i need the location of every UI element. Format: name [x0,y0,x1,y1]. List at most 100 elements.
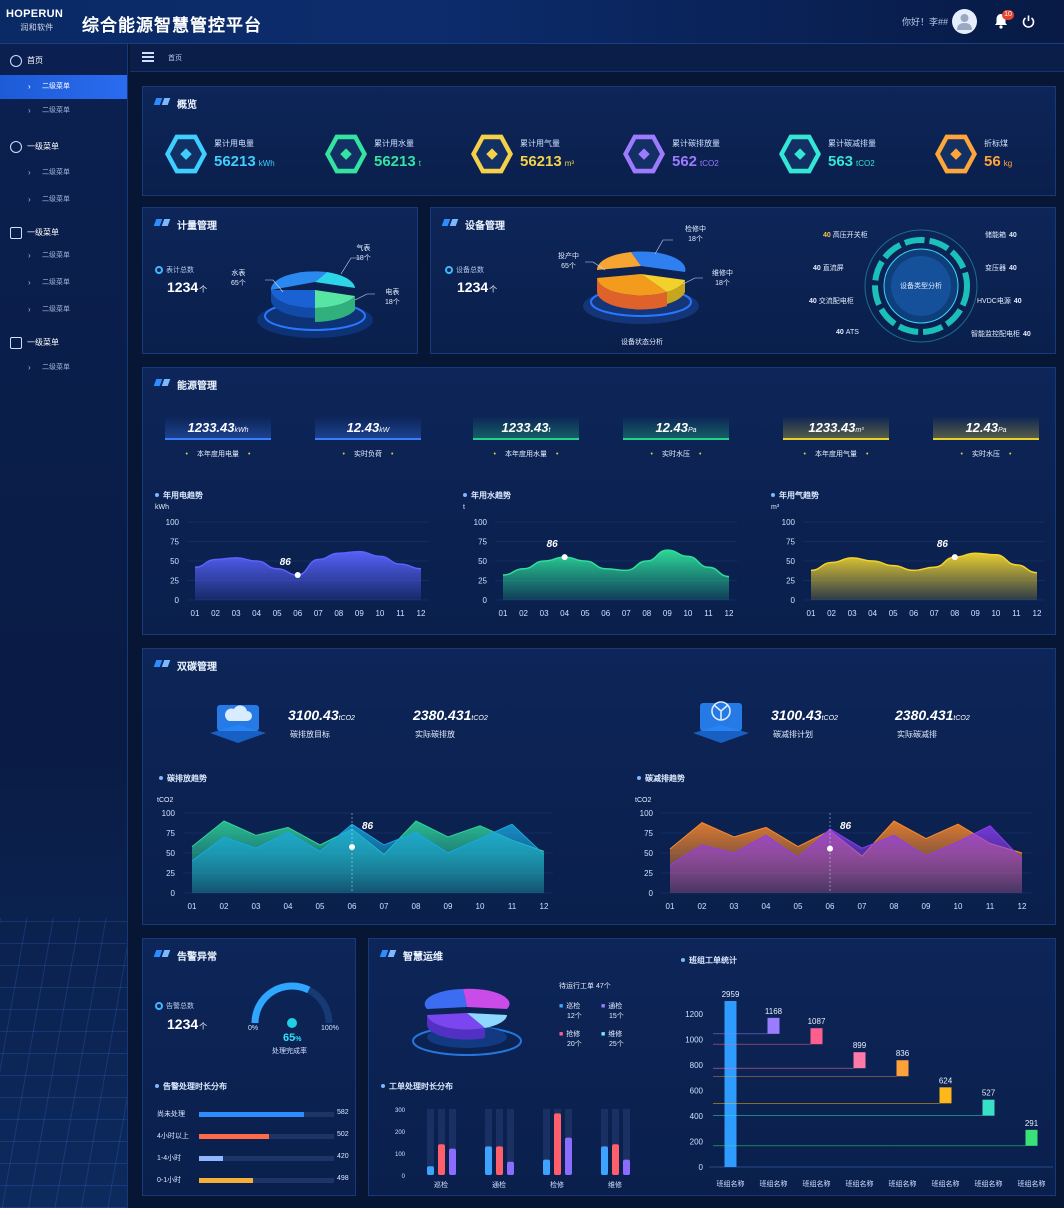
ops-title: 智慧运维 [381,948,443,963]
highlight-label: 86 [362,821,374,832]
kpi-value: 562 tCO2 [672,153,719,170]
legend-swatch: ■ [559,1031,564,1038]
bar [612,1144,619,1175]
chart-title: 碳排放趋势 [159,773,207,784]
avatar[interactable] [952,9,977,34]
highlight-point [561,554,568,561]
y-tick-label: 100 [640,809,654,818]
x-tick-label: 07 [930,609,939,618]
kpi-label: 累计用气量 [520,139,560,148]
meter-slice-water: 水表 65个 [231,268,246,288]
nav-item[interactable]: › 二级菜单 [0,244,127,268]
equipment-panel: 设备管理 设备总数 1234个 检修中 18个 投产中 65个 维修中 18个 设备状… [430,207,1056,354]
kpi-unit: t [418,159,421,168]
bar [565,1137,572,1175]
nav-item[interactable]: › 二级菜单 [0,271,127,295]
y-tick-label: 1200 [685,1010,703,1019]
sidebar-decoration [0,918,127,1208]
type-name: 交流配电柜 [818,298,854,305]
row-value: 420 [337,1153,349,1160]
highlight-label: 86 [840,821,852,832]
nav-group[interactable]: 一级菜单 [10,140,59,154]
legend-name: 抢修 [566,1031,581,1038]
legend-swatch: ■ [601,1031,606,1038]
x-tick-label: 03 [730,902,739,911]
x-tick-label: 02 [827,609,836,618]
y-tick-label: 50 [644,849,653,858]
chart-title: 年用气趋势 [771,490,819,501]
nav-item[interactable]: › 二级菜单 [0,99,127,123]
highlight-label: 86 [547,539,559,550]
y-tick-label: 0 [649,889,654,898]
grid-icon [10,227,22,239]
nav-item-label: 二级菜单 [42,196,70,203]
type-name: 直流屏 [822,265,844,272]
plate-value: 1233.43m³ [783,420,889,435]
breadcrumb-current[interactable]: 首页 [168,53,182,63]
nav-item[interactable]: › 二级菜单 [0,188,127,212]
carbon-trend-chart: 碳排放趋势 tCO2 100 75 50 25 0 86 01 02 03 04 05 06 07 08 09 1… [153,771,569,921]
nav-item[interactable]: › 二级菜单 [0,161,127,185]
x-tick-label: 10 [476,902,485,911]
x-tick-label: 12 [417,609,426,618]
alarm-dist-row: 4小时以上 502 [157,1129,352,1143]
carbon-stat-value: 3100.43tCO2 [288,707,355,723]
area-fill [811,553,1037,600]
legend-item: ■ 维修 25个 [601,1029,624,1049]
nav-item[interactable]: › 二级菜单 [0,356,127,380]
nav-group[interactable]: 一级菜单 [10,336,59,350]
bar-fill [199,1156,224,1161]
type-value: 40 [1009,232,1017,239]
equip-type-item: 储能箱 40 [985,230,1017,240]
y-tick-label: 25 [170,577,179,586]
plate-number: 12.43 [346,420,380,435]
equip-total-value: 1234个 [457,279,497,295]
row-label: 4小时以上 [157,1133,189,1140]
type-name: 智能监控配电柜 [971,331,1020,338]
slice-value: 65个 [231,280,246,287]
chart-title: 年用电趋势 [155,490,203,501]
legend-item: ■ 巡检 12个 [559,1001,582,1021]
nav-group[interactable]: 一级菜单 [10,226,59,240]
y-tick-label: 75 [644,829,653,838]
chart-unit: tCO2 [157,797,174,804]
x-tick-label: 05 [889,609,898,618]
power-icon[interactable] [1022,15,1035,28]
carbon-unit: tCO2 [821,715,838,722]
x-tick-label: 维修 [608,1180,622,1189]
carbon-unit: tCO2 [471,715,488,722]
nav-item-active[interactable]: › 二级菜单 [0,75,127,99]
y-tick-label: 800 [690,1061,704,1070]
energy-title: 能源管理 [155,377,217,392]
nav-item[interactable]: › 二级菜单 [0,298,127,322]
legend-name: 维修 [608,1031,623,1038]
bar [496,1146,503,1175]
bar [554,1113,561,1175]
globe-icon [10,141,22,153]
nav-item-label: 二级菜单 [42,279,70,286]
meter-total-number: 1234 [167,279,199,295]
nav-item-label: 二级菜单 [42,364,70,371]
chart-unit: tCO2 [635,797,652,804]
kpi-label: 折标煤 [984,139,1008,148]
x-tick-label: 12 [540,902,549,911]
x-tick-label: 04 [868,609,877,618]
bar [485,1146,492,1175]
plate-unit: Pa [687,427,697,434]
x-tick-label: 08 [334,609,343,618]
plate-unit: kW [379,427,390,434]
icon-inner: ◆ [170,139,202,169]
kpi-unit: kWh [258,159,275,168]
x-tick-label: 班组名称 [803,1179,831,1188]
menu-toggle-icon[interactable] [142,52,154,62]
x-tick-label: 02 [211,609,220,618]
icon-glyph: ◆ [950,145,962,162]
chart-canvas: 100 75 50 25 0 86 01 02 03 04 05 06 07 08 09 10 11 12 [162,809,553,911]
nav-item-label: 二级菜单 [42,306,70,313]
y-tick-label: 600 [690,1086,704,1095]
nav-group-home[interactable]: 首页 [10,54,43,68]
chart-canvas: 100 75 50 25 0 01 02 03 04 05 06 07 08 09 10 11 12 86 [166,518,429,618]
y-tick-label: 25 [644,869,653,878]
meter-total-label: 表计总数 [155,265,194,275]
app-title: 综合能源智慧管控平台 [82,16,262,35]
